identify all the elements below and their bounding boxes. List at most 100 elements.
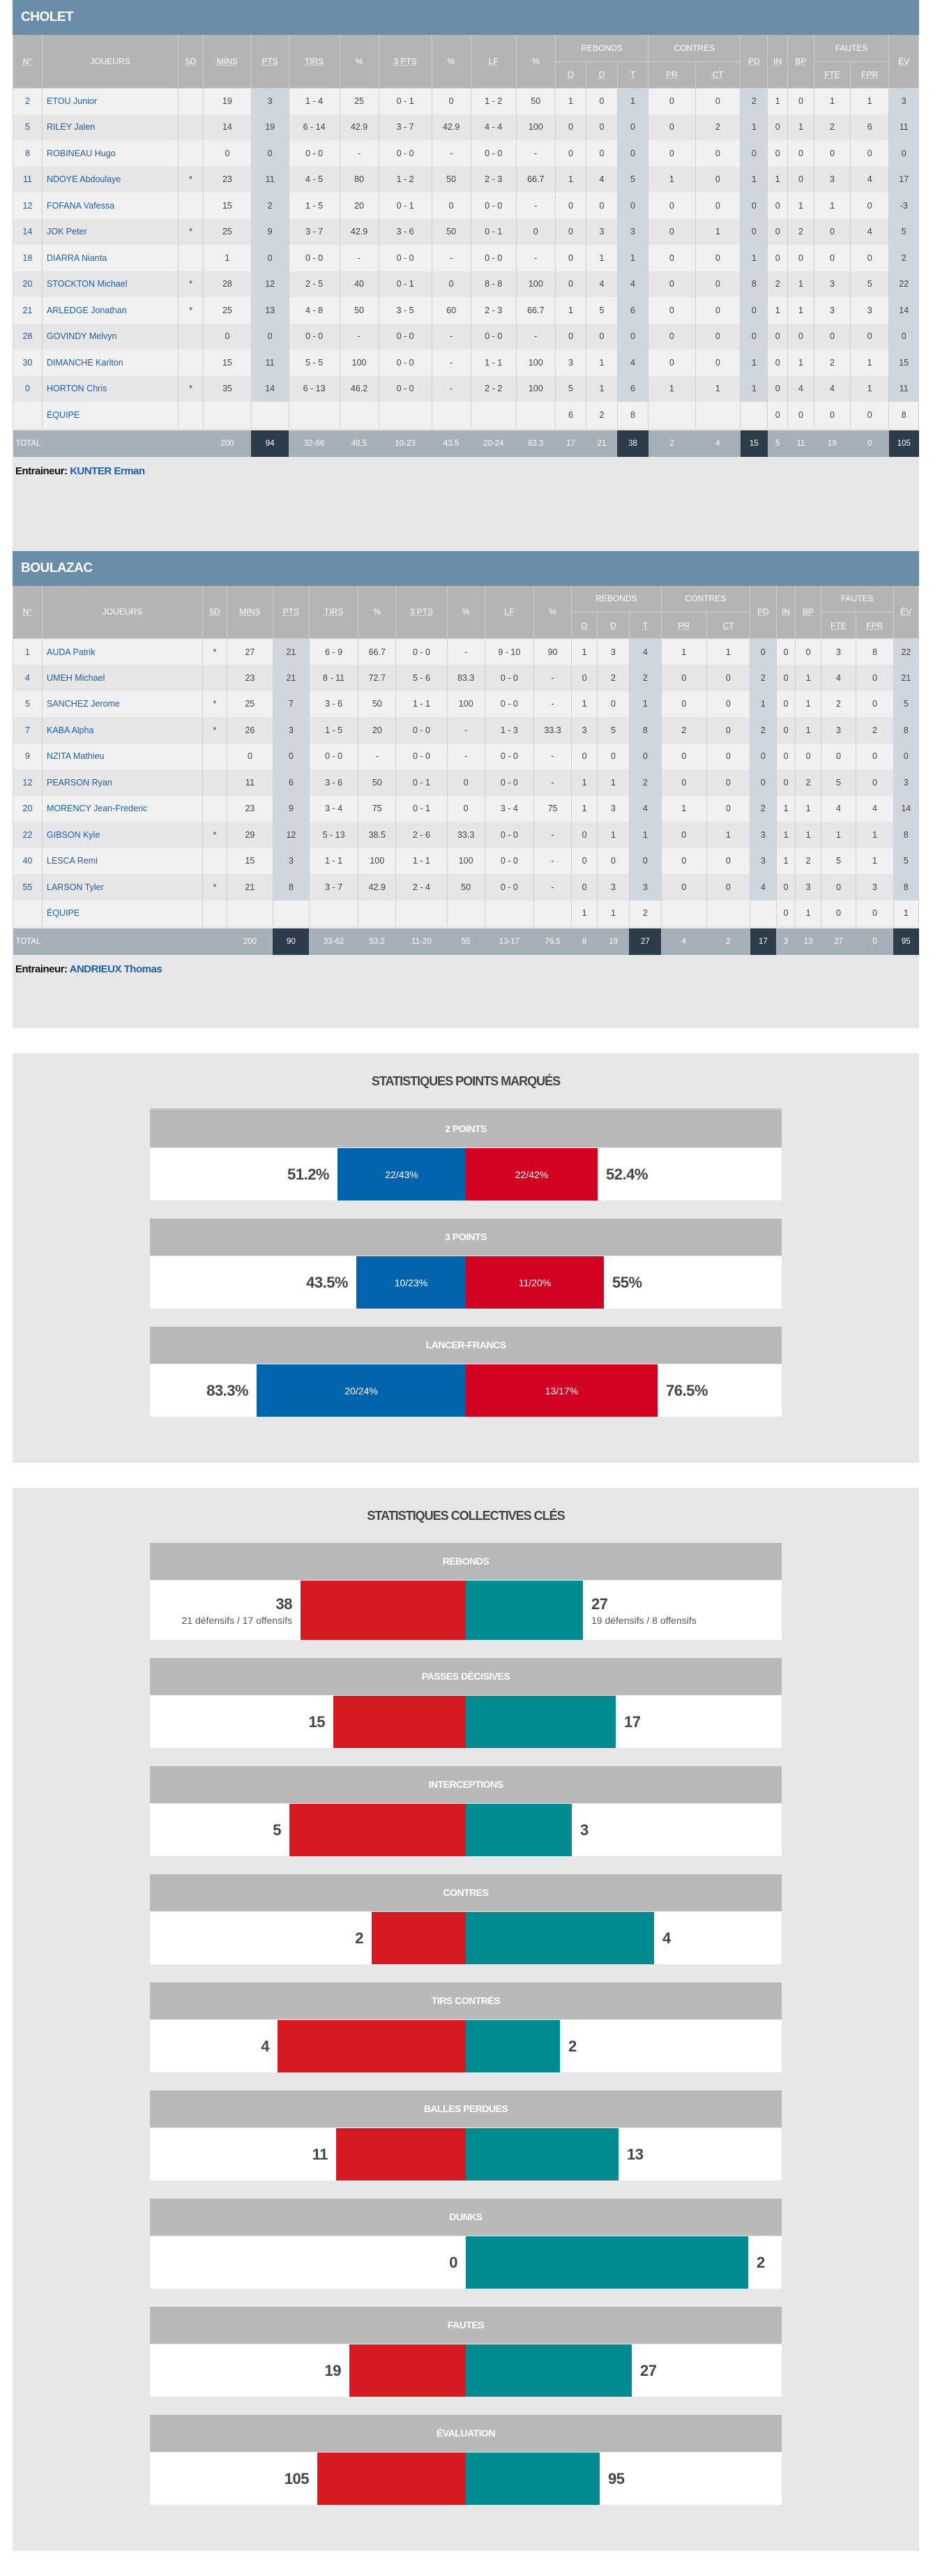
col-header-mins[interactable]: MINS	[203, 35, 252, 89]
cell-pts	[272, 900, 310, 926]
stat-comparison: 02	[150, 2236, 782, 2289]
cell-pts: 3	[272, 717, 310, 744]
team-row-label[interactable]: ÉQUIPE	[42, 402, 179, 428]
cell-reb-o: 1	[571, 795, 598, 822]
col-header-ct[interactable]: CT	[695, 61, 741, 89]
cell-pts: 11	[250, 166, 289, 193]
cell-ev: 1	[893, 900, 920, 926]
col-header-label: PD	[748, 56, 760, 66]
cell-player[interactable]: UMEH Michael	[42, 665, 203, 691]
col-header-ev[interactable]: ÉV	[888, 35, 919, 89]
col-header-num[interactable]: N°	[13, 35, 43, 89]
col-header-fpr[interactable]: FPR	[856, 612, 894, 639]
col-header-pd[interactable]: PD	[740, 35, 768, 89]
cell-player[interactable]: FOFANA Vafessa	[42, 193, 179, 219]
cell-lf: 0 - 0	[470, 193, 517, 219]
col-header-d[interactable]: D	[586, 61, 618, 89]
col-header-o[interactable]: O	[571, 612, 598, 639]
col-header-label: BP	[795, 56, 807, 66]
cell-three: 0 - 0	[395, 743, 448, 769]
cell-player[interactable]: JOK Peter	[42, 218, 179, 245]
cell-tirs-pct	[358, 900, 397, 926]
col-header-ct[interactable]: CT	[706, 612, 751, 639]
team-row-label[interactable]: ÉQUIPE	[42, 900, 203, 926]
cell-player[interactable]: RILEY Jalen	[42, 114, 179, 140]
col-header-pr[interactable]: PR	[660, 612, 707, 639]
col-header-fte[interactable]: FTE	[820, 612, 857, 639]
col-header-lf[interactable]: LF	[484, 585, 534, 639]
cell-player[interactable]: ARLEDGE Jonathan	[42, 297, 179, 324]
col-header-three[interactable]: 3 PTS	[378, 35, 432, 89]
cell-player[interactable]: DIMANCHE Karlton	[42, 349, 179, 376]
cell-player[interactable]: LARSON Tyler	[42, 874, 203, 901]
col-header-tirs[interactable]: TIRS	[308, 585, 359, 639]
col-header-ev[interactable]: ÉV	[893, 585, 920, 639]
col-header-bp[interactable]: BP	[787, 35, 814, 89]
cell-player[interactable]: DIARRA Nianta	[42, 245, 179, 271]
cell-player[interactable]: GOVINDY Melvyn	[42, 323, 179, 349]
col-header-fte[interactable]: FTE	[813, 61, 851, 89]
col-header-pts[interactable]: PTS	[250, 35, 289, 89]
cell-ev: 8	[893, 874, 920, 901]
cell-in: 1	[767, 88, 789, 114]
coach-name-link[interactable]: KUNTER Erman	[70, 465, 145, 477]
col-header-pr[interactable]: PR	[648, 61, 696, 89]
cell-player[interactable]: STOCKTON Michael	[42, 271, 179, 297]
home-value: 15	[309, 1696, 326, 1748]
col-header-tirs[interactable]: TIRS	[288, 35, 340, 89]
col-header-t[interactable]: T	[628, 612, 662, 639]
col-header-in[interactable]: IN	[767, 35, 789, 89]
cell-player[interactable]: KABA Alpha	[42, 717, 203, 744]
col-header-label: %	[447, 56, 455, 66]
col-header-bp[interactable]: BP	[795, 585, 821, 639]
cell-player[interactable]: NDOYE Abdoulaye	[42, 166, 179, 193]
bottom-spacer	[0, 2551, 933, 2576]
total-cell: 48.5	[340, 430, 379, 457]
cell-reb-o: 1	[571, 638, 598, 665]
col-header-mins[interactable]: MINS	[226, 585, 273, 639]
col-header-five[interactable]: 5D	[177, 35, 204, 89]
cell-bp: 0	[787, 140, 814, 167]
cell-tirs: 2 - 5	[288, 271, 340, 297]
cell-pts: 3	[250, 88, 289, 114]
cell-player[interactable]: SANCHEZ Jerome	[42, 691, 203, 717]
cell-three-pct: 42.9	[431, 114, 471, 140]
cell-blk-ct: 0	[695, 349, 741, 376]
cell-blk-pr: 0	[660, 848, 707, 874]
cell-player[interactable]: MORENCY Jean-Frederic	[42, 795, 203, 822]
cell-blk-pr: 0	[648, 271, 696, 297]
cell-player[interactable]: HORTON Chris	[42, 375, 179, 402]
cell-num: 55	[13, 874, 43, 901]
col-header-label: %	[373, 607, 381, 617]
col-header-lf[interactable]: LF	[470, 35, 517, 89]
total-cell: 43.5	[432, 430, 471, 457]
cell-reb-d: 0	[597, 848, 630, 874]
col-header-in[interactable]: IN	[775, 585, 796, 639]
cell-player[interactable]: ETOU Junior	[42, 88, 179, 114]
col-header-five[interactable]: 5D	[202, 585, 227, 639]
col-header-pts[interactable]: PTS	[272, 585, 310, 639]
col-header-three[interactable]: 3 PTS	[395, 585, 448, 639]
col-header-fpr[interactable]: FPR	[850, 61, 890, 89]
col-header-pd[interactable]: PD	[750, 585, 777, 639]
cell-player[interactable]: NZITA Mathieu	[42, 743, 203, 769]
cell-blk-ct: 0	[695, 166, 741, 193]
col-header-o[interactable]: O	[554, 61, 587, 89]
cell-player[interactable]: LESCA Remi	[42, 848, 203, 874]
coach-name-link[interactable]: ANDRIEUX Thomas	[70, 963, 162, 975]
cell-tirs: 0 - 0	[288, 323, 340, 349]
col-header-d[interactable]: D	[597, 612, 630, 639]
cell-player[interactable]: GIBSON Kyle	[42, 822, 203, 848]
col-header-t[interactable]: T	[616, 61, 649, 89]
cell-player[interactable]: AUDA Patrik	[42, 638, 203, 665]
cell-fpr: 0	[850, 323, 890, 349]
cell-ev: 11	[888, 114, 919, 140]
cell-mins: 35	[203, 375, 252, 402]
cell-three	[395, 900, 448, 926]
cell-player[interactable]: PEARSON Ryan	[42, 769, 203, 796]
cell-lf	[470, 402, 517, 428]
cell-in: 1	[767, 297, 789, 324]
col-header-num[interactable]: N°	[13, 585, 43, 639]
cell-reb-d: 3	[597, 874, 630, 901]
cell-player[interactable]: ROBINEAU Hugo	[42, 140, 179, 167]
